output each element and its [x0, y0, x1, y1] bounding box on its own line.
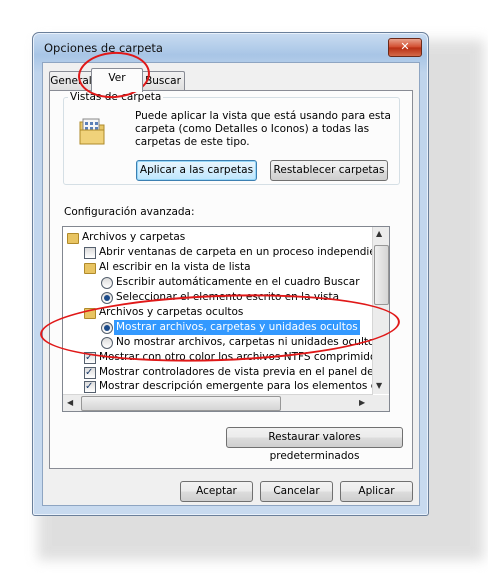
scroll-corner	[373, 395, 389, 411]
scroll-up-arrow-icon[interactable]: ▲	[376, 229, 382, 238]
tree-item-label: Al escribir en la vista de lista	[99, 261, 251, 273]
tree-item-label: Mostrar controladores de vista previa en…	[99, 366, 390, 378]
apply-to-folders-button[interactable]: Aplicar a las carpetas	[136, 160, 257, 181]
radio-button[interactable]	[101, 292, 113, 304]
radio-button[interactable]	[101, 277, 113, 289]
folder-views-description: Puede aplicar la vista que está usando p…	[135, 110, 391, 148]
checkbox[interactable]	[84, 365, 96, 380]
tree-item-label: Abrir ventanas de carpeta en un proceso …	[99, 246, 390, 258]
folder-icon	[67, 233, 79, 244]
tree-item-label: Escribir automáticamente en el cuadro Bu…	[116, 276, 360, 288]
cancel-button[interactable]: Cancelar	[260, 481, 333, 502]
horizontal-scroll-thumb[interactable]	[81, 396, 281, 411]
tab-buscar-label: Buscar	[145, 75, 181, 87]
horizontal-scrollbar[interactable]: ◀ ▶	[63, 394, 373, 411]
close-icon: ✕	[400, 40, 410, 53]
checkbox[interactable]	[84, 379, 96, 394]
ok-button[interactable]: Aceptar	[180, 481, 253, 502]
tab-ver-label: Ver	[108, 72, 126, 84]
restore-defaults-button[interactable]: Restaurar valores predeterminados	[226, 427, 403, 462]
scroll-left-arrow-icon[interactable]: ◀	[67, 398, 73, 407]
scroll-right-arrow-icon[interactable]: ▶	[359, 398, 365, 407]
tree-item-label: Archivos y carpetas	[82, 231, 186, 243]
close-button[interactable]: ✕	[388, 38, 422, 57]
folder-icon	[84, 263, 96, 274]
reset-folders-button[interactable]: Restablecer carpetas	[270, 160, 388, 181]
folder-options-dialog: Opciones de carpeta ✕ General Ver Buscar…	[32, 32, 429, 516]
folder-view-icon	[78, 116, 106, 146]
checkbox[interactable]	[84, 247, 96, 259]
dialog-body: General Ver Buscar Vistas de carpeta Pue…	[42, 62, 420, 506]
advanced-settings-caption: Configuración avanzada:	[64, 206, 195, 218]
apply-button[interactable]: Aplicar	[340, 481, 413, 502]
scroll-down-arrow-icon[interactable]: ▼	[376, 381, 382, 390]
vertical-scroll-thumb[interactable]	[374, 245, 389, 305]
tab-ver[interactable]: Ver	[91, 68, 143, 92]
tree-item-label: Mostrar descripción emergente para los e…	[99, 380, 390, 392]
tab-page-ver: Vistas de carpeta Puede aplicar la vista…	[49, 90, 413, 469]
